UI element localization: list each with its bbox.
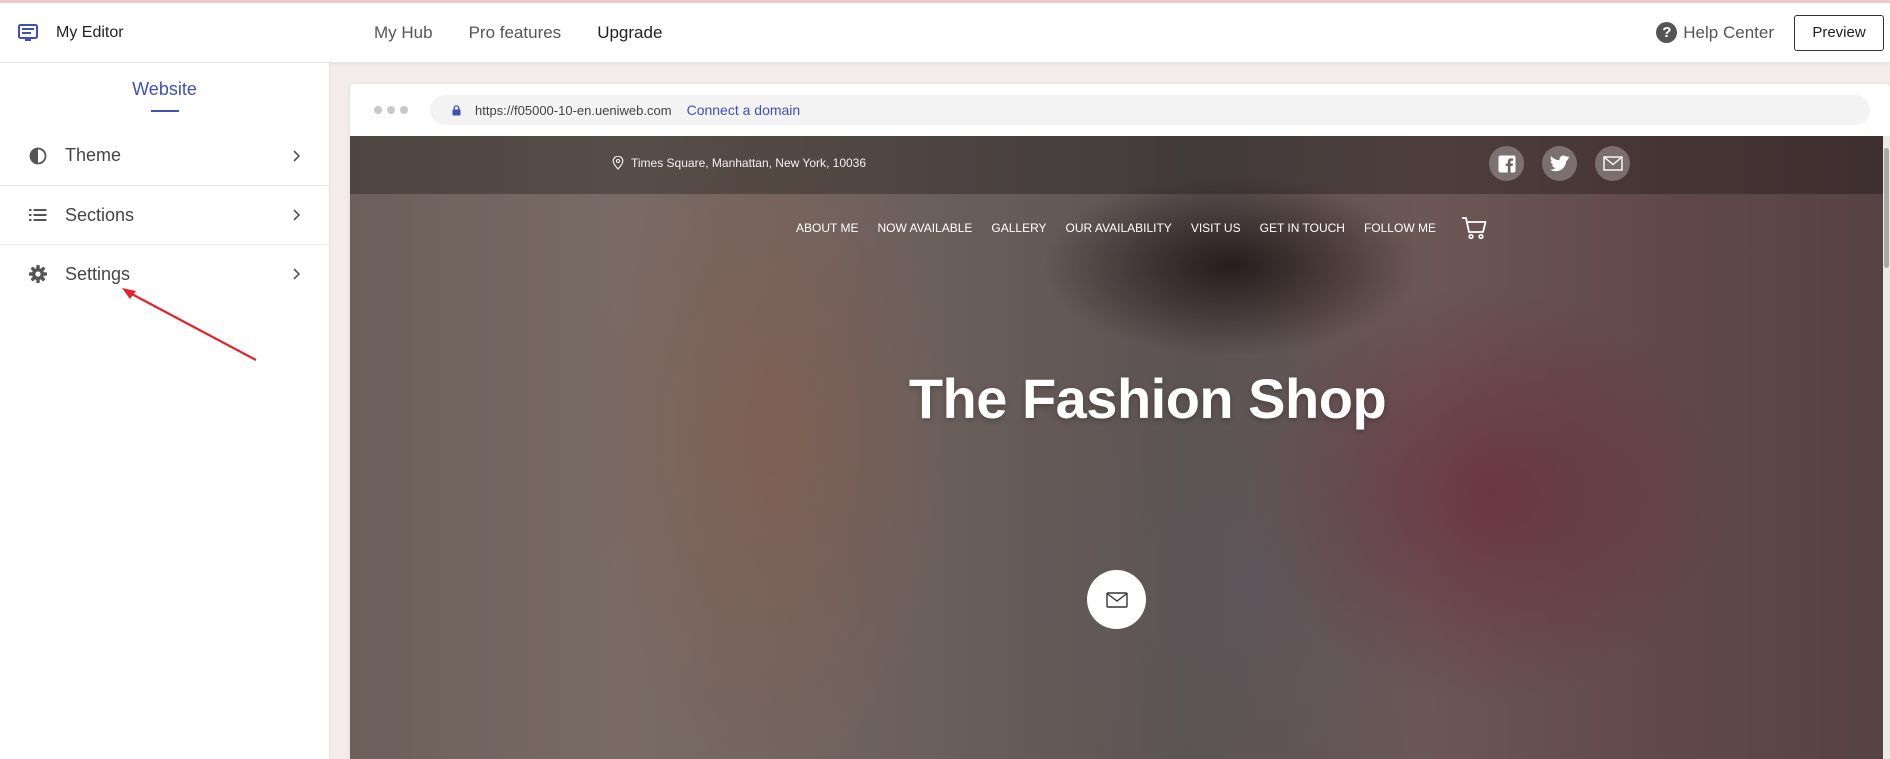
site-topbar bbox=[350, 136, 1890, 194]
sidebar-item-sections[interactable]: Sections bbox=[0, 185, 329, 244]
editor-icon bbox=[18, 23, 38, 42]
brand[interactable]: My Editor bbox=[0, 23, 330, 42]
tab-website[interactable]: Website bbox=[0, 79, 329, 112]
preview-button[interactable]: Preview bbox=[1794, 14, 1884, 51]
facebook-icon[interactable] bbox=[1489, 146, 1524, 181]
envelope-icon bbox=[1105, 591, 1128, 608]
site-nav-about-me[interactable]: ABOUT ME bbox=[796, 221, 858, 235]
sidebar: Website Theme Sections Settings bbox=[0, 63, 330, 759]
site-nav-now-available[interactable]: NOW AVAILABLE bbox=[877, 221, 972, 235]
chevron-right-icon bbox=[291, 149, 303, 163]
browser-preview: https://f05000-10-en.ueniweb.com Connect… bbox=[350, 84, 1890, 759]
sidebar-item-label: Sections bbox=[65, 204, 135, 225]
site-nav-gallery[interactable]: GALLERY bbox=[991, 221, 1046, 235]
tab-underline bbox=[150, 110, 179, 112]
list-icon bbox=[28, 205, 48, 225]
site-nav-visit-us[interactable]: VISIT US bbox=[1191, 221, 1241, 235]
contact-mail-button[interactable] bbox=[1087, 570, 1146, 629]
preview-scrollbar-thumb[interactable] bbox=[1884, 148, 1889, 268]
help-center-link[interactable]: ? Help Center bbox=[1656, 22, 1774, 43]
url-bar: https://f05000-10-en.ueniweb.com Connect… bbox=[430, 95, 1870, 125]
chevron-right-icon bbox=[291, 208, 303, 222]
nav-my-hub[interactable]: My Hub bbox=[374, 23, 433, 43]
address-text: Times Square, Manhattan, New York, 10036 bbox=[631, 156, 867, 170]
social-links bbox=[1489, 146, 1630, 181]
sidebar-item-label: Theme bbox=[65, 145, 122, 165]
gear-icon bbox=[28, 264, 48, 284]
annotation-arrow bbox=[122, 288, 257, 361]
help-center-label: Help Center bbox=[1683, 22, 1774, 42]
connect-domain-link[interactable]: Connect a domain bbox=[687, 102, 801, 118]
window-dots bbox=[374, 106, 408, 114]
site-nav-follow-me[interactable]: FOLLOW ME bbox=[1364, 221, 1436, 235]
cart-icon[interactable] bbox=[1461, 216, 1487, 240]
email-icon[interactable] bbox=[1595, 146, 1630, 181]
contrast-icon bbox=[28, 146, 48, 166]
help-icon: ? bbox=[1656, 22, 1678, 43]
top-right-actions: ? Help Center Preview bbox=[1656, 14, 1890, 51]
location-pin-icon bbox=[612, 156, 624, 170]
nav-pro-features[interactable]: Pro features bbox=[469, 23, 562, 43]
site-nav-get-in-touch[interactable]: GET IN TOUCH bbox=[1260, 221, 1345, 235]
sidebar-menu: Theme Sections Settings bbox=[0, 126, 329, 303]
site-nav: ABOUT ME NOW AVAILABLE GALLERY OUR AVAIL… bbox=[796, 216, 1487, 240]
site-nav-our-availability[interactable]: OUR AVAILABILITY bbox=[1066, 221, 1172, 235]
lock-icon bbox=[452, 104, 461, 116]
site-url: https://f05000-10-en.ueniweb.com bbox=[475, 102, 672, 118]
editor-topbar: My Editor My Hub Pro features Upgrade ? … bbox=[0, 3, 1890, 63]
app-title: My Editor bbox=[56, 23, 124, 41]
twitter-icon[interactable] bbox=[1542, 146, 1577, 181]
top-nav: My Hub Pro features Upgrade bbox=[374, 23, 662, 43]
nav-upgrade[interactable]: Upgrade bbox=[597, 23, 662, 43]
site-address: Times Square, Manhattan, New York, 10036 bbox=[612, 156, 866, 170]
hero-title: The Fashion Shop bbox=[908, 367, 1387, 430]
sidebar-item-label: Settings bbox=[65, 263, 131, 284]
chevron-right-icon bbox=[291, 267, 303, 281]
sidebar-item-theme[interactable]: Theme bbox=[0, 126, 329, 185]
website-hero: Times Square, Manhattan, New York, 10036… bbox=[350, 136, 1890, 759]
tab-website-label: Website bbox=[132, 79, 197, 99]
browser-address-row: https://f05000-10-en.ueniweb.com Connect… bbox=[350, 84, 1890, 136]
